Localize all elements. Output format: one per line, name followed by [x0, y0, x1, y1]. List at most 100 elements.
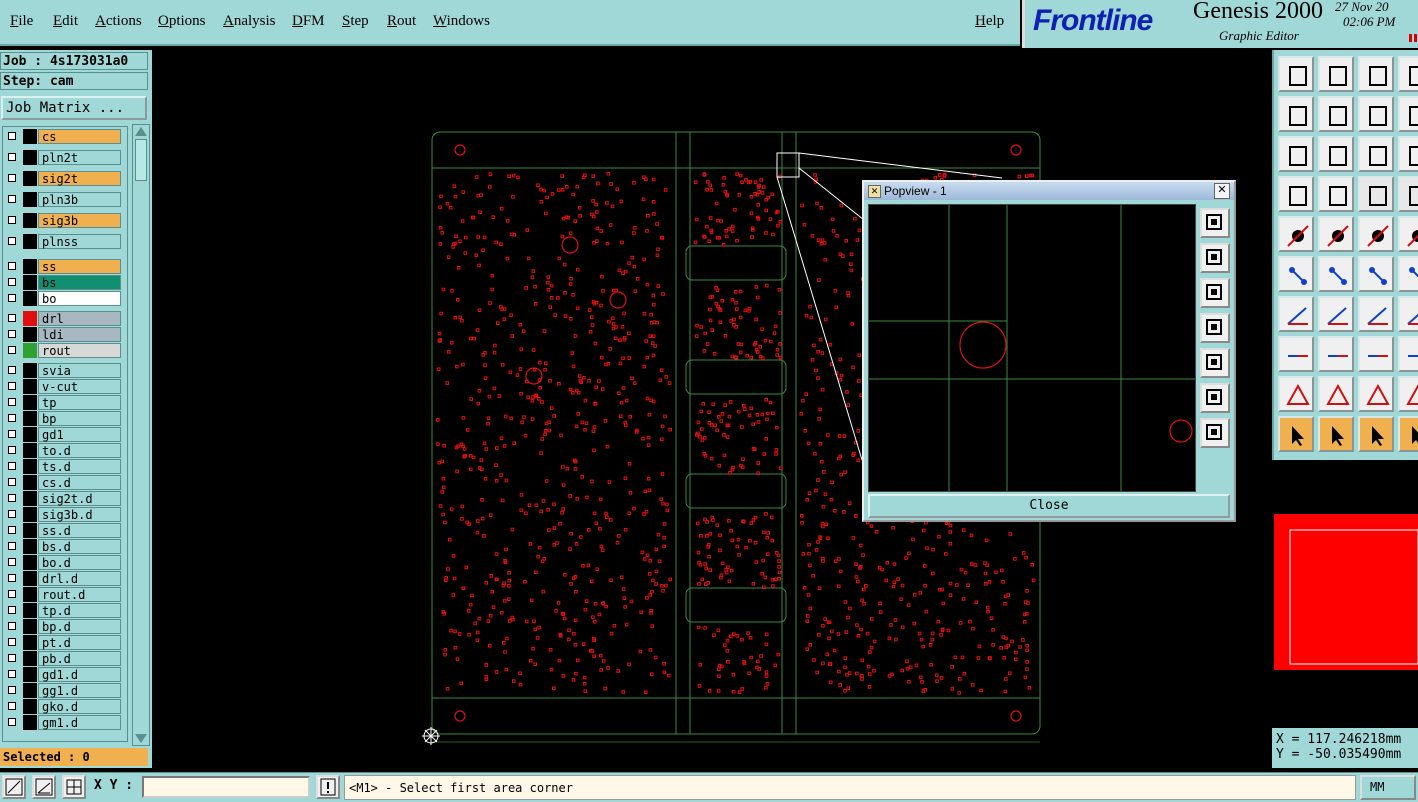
layer-color-swatch[interactable]: [23, 587, 37, 602]
layer-name[interactable]: sig2t: [38, 171, 121, 186]
layer-name[interactable]: tp.d: [38, 603, 121, 618]
menu-file[interactable]: File: [10, 13, 33, 30]
layer-checkbox[interactable]: [8, 132, 16, 140]
layer-name[interactable]: ts.d: [38, 459, 121, 474]
layer-checkbox[interactable]: [8, 718, 16, 726]
layer-checkbox[interactable]: [8, 330, 16, 338]
layer-color-swatch[interactable]: [23, 311, 37, 326]
layer-checkbox[interactable]: [8, 526, 16, 534]
layer-row-to-d[interactable]: to.d: [3, 443, 125, 458]
menu-step[interactable]: Step: [342, 13, 369, 30]
feature-snap-icon[interactable]: [1358, 336, 1394, 372]
layer-color-swatch[interactable]: [23, 699, 37, 714]
layer-color-swatch[interactable]: [23, 213, 37, 228]
layer-name[interactable]: rout: [38, 343, 121, 358]
pv-pan-left-icon[interactable]: [1200, 313, 1230, 343]
layer-name[interactable]: v-cut: [38, 379, 121, 394]
net-select-icon[interactable]: [1318, 216, 1354, 252]
layer-color-swatch[interactable]: [23, 379, 37, 394]
layer-name[interactable]: cs.d: [38, 475, 121, 490]
layer-name[interactable]: pt.d: [38, 635, 121, 650]
layer-color-swatch[interactable]: [23, 571, 37, 586]
cut-line-icon[interactable]: [1318, 336, 1354, 372]
job-matrix-button[interactable]: Job Matrix ...: [1, 96, 147, 120]
layer-name[interactable]: pb.d: [38, 651, 121, 666]
layer-color-swatch[interactable]: [23, 192, 37, 207]
layer-name[interactable]: plnss: [38, 234, 121, 249]
close-icon[interactable]: ✕: [1214, 183, 1230, 199]
zoom-back-icon[interactable]: [1358, 96, 1394, 132]
layer-name[interactable]: drl.d: [38, 571, 121, 586]
layer-row-svia[interactable]: svia: [3, 363, 125, 378]
pointer-circle-icon[interactable]: [1358, 416, 1394, 452]
layer-checkbox[interactable]: [8, 510, 16, 518]
layer-color-swatch[interactable]: [23, 635, 37, 650]
layer-row-gd1[interactable]: gd1: [3, 427, 125, 442]
scroll-up-icon[interactable]: [135, 127, 147, 136]
pan-right-icon[interactable]: [1318, 96, 1354, 132]
layer-color-swatch[interactable]: [23, 291, 37, 306]
layer-checkbox[interactable]: [8, 153, 16, 161]
layer-row-plnss[interactable]: plnss: [3, 234, 125, 249]
layer-checkbox[interactable]: [8, 494, 16, 502]
layer-color-swatch[interactable]: [23, 234, 37, 249]
zoom-home-icon[interactable]: [1278, 56, 1314, 92]
layer-color-swatch[interactable]: [23, 275, 37, 290]
layer-checkbox[interactable]: [8, 430, 16, 438]
layer-row-rout[interactable]: rout: [3, 343, 125, 358]
layer-name[interactable]: ss.d: [38, 523, 121, 538]
layer-color-swatch[interactable]: [23, 507, 37, 522]
layer-name[interactable]: sig2t.d: [38, 491, 121, 506]
menu-dfm[interactable]: DFM: [292, 13, 325, 30]
window-menu-icon[interactable]: ✕: [868, 185, 881, 198]
pv-zoom-in-icon[interactable]: [1200, 208, 1230, 238]
layer-color-swatch[interactable]: [23, 129, 37, 144]
layers-compare-icon[interactable]: [1398, 176, 1418, 212]
layer-row-drl-d[interactable]: drl.d: [3, 571, 125, 586]
layer-checkbox[interactable]: [8, 622, 16, 630]
layer-row-gko-d[interactable]: gko.d: [3, 699, 125, 714]
menu-options[interactable]: Options: [158, 13, 206, 30]
layer-color-swatch[interactable]: [23, 715, 37, 730]
layer-row-bs[interactable]: bs: [3, 275, 125, 290]
layer-row-bo[interactable]: bo: [3, 291, 125, 306]
add-node-icon[interactable]: [1398, 256, 1418, 292]
layer-name[interactable]: bo: [38, 291, 121, 306]
layer-checkbox[interactable]: [8, 654, 16, 662]
split-icon[interactable]: [1278, 336, 1314, 372]
arc-icon[interactable]: [1358, 296, 1394, 332]
zoom-redo-icon[interactable]: [1398, 96, 1418, 132]
measure-icon[interactable]: [32, 775, 56, 799]
layer-name[interactable]: gd1.d: [38, 667, 121, 682]
layer-row-ldi[interactable]: ldi: [3, 327, 125, 342]
layer-color-swatch[interactable]: [23, 459, 37, 474]
layer-name[interactable]: pln3b: [38, 192, 121, 207]
grid-icon[interactable]: [62, 775, 86, 799]
layer-color-swatch[interactable]: [23, 395, 37, 410]
layer-checkbox[interactable]: [8, 174, 16, 182]
layer-row-pb-d[interactable]: pb.d: [3, 651, 125, 666]
menu-rout[interactable]: Rout: [387, 13, 416, 30]
layer-color-swatch[interactable]: [23, 343, 37, 358]
layer-checkbox[interactable]: [8, 606, 16, 614]
menu-analysis[interactable]: Analysis: [223, 13, 276, 30]
layer-row-gm1-d[interactable]: gm1.d: [3, 715, 125, 730]
trapezoid-icon[interactable]: [1318, 376, 1354, 412]
help-query-icon[interactable]: [1398, 136, 1418, 172]
menu-windows[interactable]: Windows: [433, 13, 490, 30]
pv-zoom-center-icon[interactable]: [1200, 418, 1230, 448]
step-icon[interactable]: [1398, 416, 1418, 452]
key-icon[interactable]: [1318, 176, 1354, 212]
layer-row-bs-d[interactable]: bs.d: [3, 539, 125, 554]
menu-help[interactable]: Help: [975, 13, 1004, 30]
layer-checkbox[interactable]: [8, 346, 16, 354]
menu-edit[interactable]: Edit: [53, 13, 78, 30]
layer-color-swatch[interactable]: [23, 555, 37, 570]
layer-checkbox[interactable]: [8, 278, 16, 286]
layer-name[interactable]: ldi: [38, 327, 121, 342]
layer-name[interactable]: bs.d: [38, 539, 121, 554]
layer-name[interactable]: gg1.d: [38, 683, 121, 698]
layer-row-ss[interactable]: ss: [3, 259, 125, 274]
layer-checkbox[interactable]: [8, 398, 16, 406]
layer-row-v-cut[interactable]: v-cut: [3, 379, 125, 394]
